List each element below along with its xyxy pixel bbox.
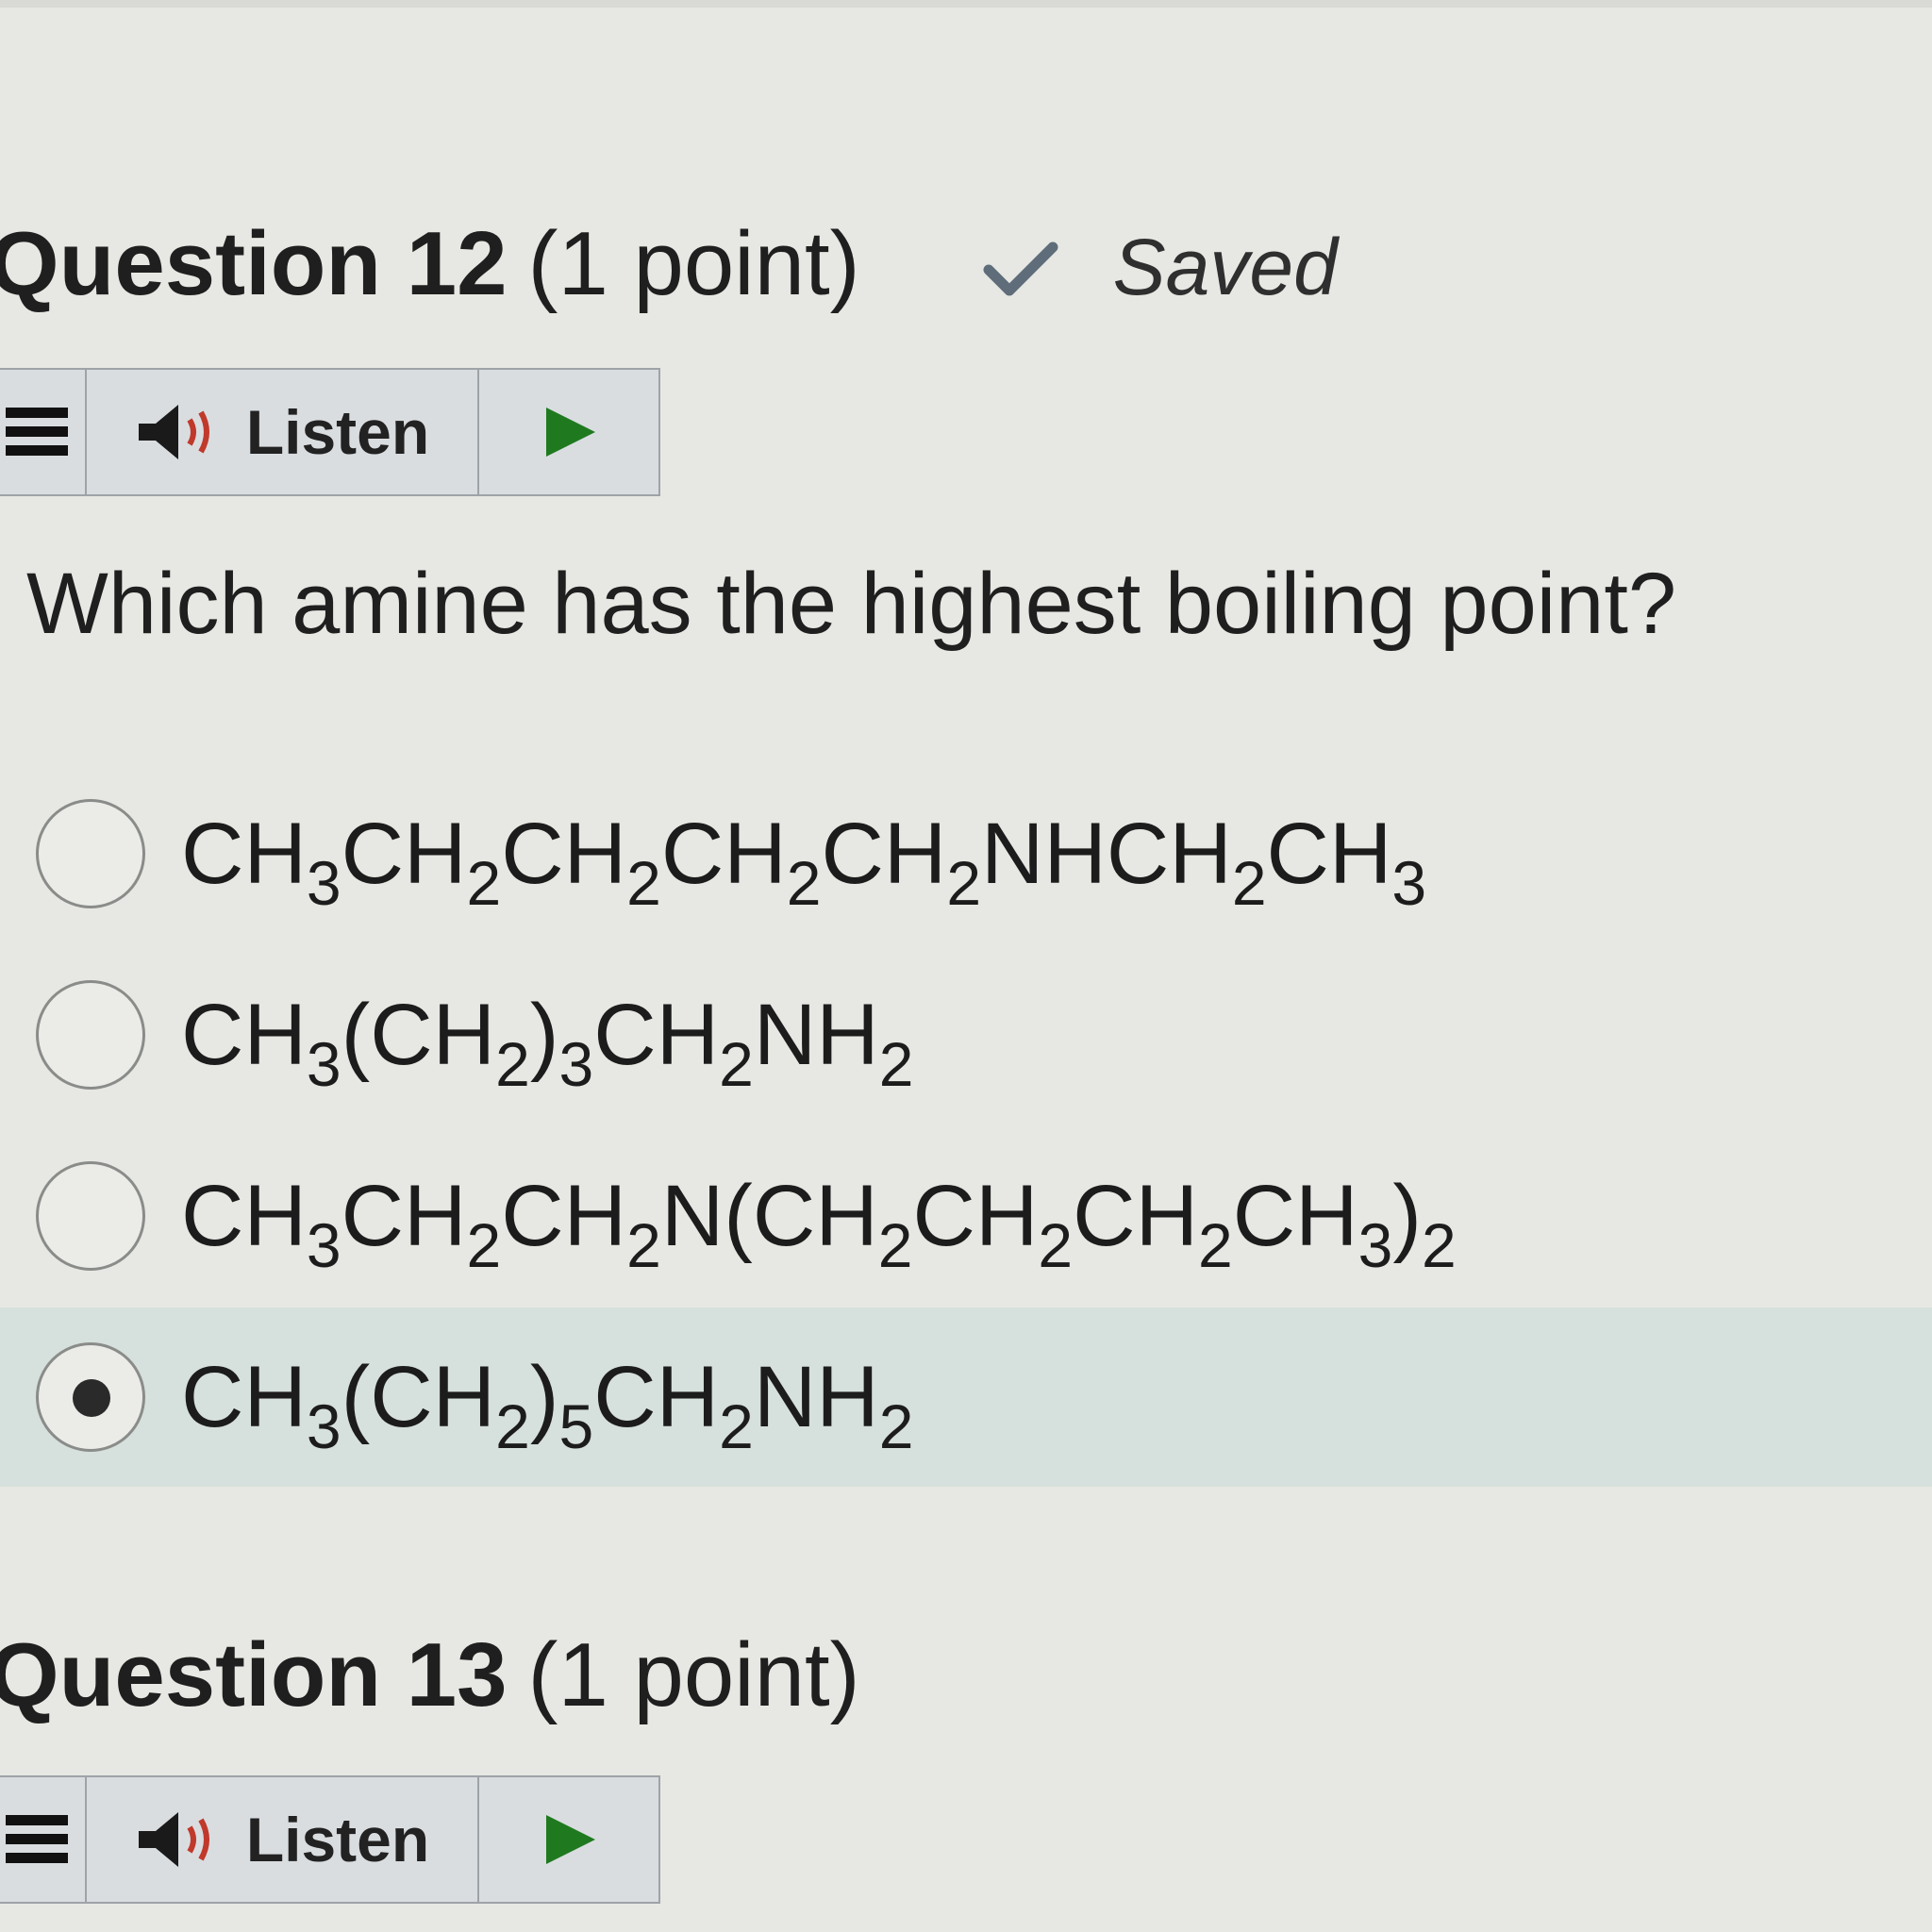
formula-subscript: 2 [626, 1209, 661, 1280]
formula-subscript: 2 [719, 1391, 754, 1461]
saved-status-label: Saved [1112, 223, 1338, 311]
formula-subscript: 2 [946, 847, 982, 918]
question-13-title: Question 13 [0, 1624, 508, 1725]
question-prompt: Which amine has the highest boiling poin… [26, 556, 1677, 652]
formula-subscript: 2 [626, 847, 661, 918]
listen-button-q13[interactable]: Listen [87, 1777, 479, 1902]
formula-group: CH [593, 1348, 720, 1445]
listen-label: Listen [245, 397, 430, 467]
formula-subscript: 2 [878, 1028, 914, 1099]
formula-group: CH [501, 805, 627, 902]
radio-button-2[interactable] [36, 980, 145, 1090]
answer-formula-1: CH3CH2CH2CH2CH2NHCH2CH3 [181, 805, 1426, 914]
formula-group: CH [181, 805, 307, 902]
listen-button[interactable]: Listen [87, 370, 479, 494]
formula-subscript: 2 [877, 1209, 913, 1280]
question-12-points: (1 point) [527, 213, 860, 314]
question-12-readspeaker-toolbar: Listen [0, 368, 660, 496]
answer-formula-2: CH3(CH2)3CH2NH2 [181, 986, 913, 1095]
question-12-header: Question 12 (1 point) Saved [0, 219, 1338, 309]
formula-subscript: 2 [1198, 1209, 1233, 1280]
toolbar-menu-button-q13[interactable] [0, 1777, 87, 1902]
formula-group: (CH [341, 1348, 496, 1445]
speaker-icon [138, 405, 209, 459]
formula-group: CH [1232, 1167, 1358, 1264]
formula-subscript: 2 [495, 1028, 530, 1099]
formula-subscript: 2 [1231, 847, 1267, 918]
formula-group: NHCH [981, 805, 1232, 902]
saved-status: Saved [983, 227, 1338, 307]
play-icon [546, 408, 595, 457]
hamburger-menu-icon [6, 1815, 68, 1863]
formula-subscript: 2 [878, 1391, 914, 1461]
answer-formula-4: CH3(CH2)5CH2NH2 [181, 1348, 913, 1457]
answer-option-3[interactable]: CH3CH2CH2N(CH2CH2CH2CH3)2 [0, 1126, 1932, 1306]
radio-button-4[interactable] [36, 1342, 145, 1452]
play-button[interactable] [479, 370, 658, 494]
formula-subscript: 5 [558, 1391, 594, 1461]
formula-group: ) [529, 986, 559, 1083]
formula-subscript: 3 [306, 847, 341, 918]
formula-group: CH [821, 805, 947, 902]
formula-group: CH [1266, 805, 1392, 902]
formula-subscript: 3 [306, 1391, 341, 1461]
formula-group: NH [753, 1348, 879, 1445]
formula-subscript: 3 [1357, 1209, 1393, 1280]
formula-group: ) [529, 1348, 559, 1445]
formula-group: CH [341, 805, 467, 902]
formula-subscript: 3 [558, 1028, 594, 1099]
formula-subscript: 2 [719, 1028, 754, 1099]
answer-option-1[interactable]: CH3CH2CH2CH2CH2NHCH2CH3 [0, 764, 1932, 943]
formula-subscript: 2 [466, 847, 502, 918]
question-13-readspeaker-toolbar: Listen [0, 1775, 660, 1904]
formula-subscript: 3 [1391, 847, 1427, 918]
toolbar-menu-button[interactable] [0, 370, 87, 494]
question-13-points: (1 point) [527, 1624, 860, 1725]
formula-subscript: 2 [1038, 1209, 1074, 1280]
hamburger-menu-icon [6, 408, 68, 456]
formula-group: CH [341, 1167, 467, 1264]
formula-subscript: 3 [306, 1209, 341, 1280]
formula-subscript: 2 [786, 847, 822, 918]
play-icon [546, 1815, 595, 1864]
answer-option-2[interactable]: CH3(CH2)3CH2NH2 [0, 945, 1932, 1124]
formula-subscript: 3 [306, 1028, 341, 1099]
formula-group: N(CH [660, 1167, 878, 1264]
answer-option-4[interactable]: CH3(CH2)5CH2NH2 [0, 1307, 1932, 1487]
play-button-q13[interactable] [479, 1777, 658, 1902]
radio-button-1[interactable] [36, 799, 145, 908]
formula-subscript: 2 [466, 1209, 502, 1280]
answer-formula-3: CH3CH2CH2N(CH2CH2CH2CH3)2 [181, 1167, 1457, 1276]
checkmark-icon [983, 242, 1058, 296]
top-divider [0, 0, 1932, 8]
speaker-icon [138, 1812, 209, 1867]
formula-group: ) [1392, 1167, 1422, 1264]
formula-group: CH [912, 1167, 1039, 1264]
question-13-header: Question 13 (1 point) [0, 1630, 860, 1721]
formula-group: CH [1073, 1167, 1199, 1264]
formula-subscript: 2 [495, 1391, 530, 1461]
formula-group: CH [501, 1167, 627, 1264]
radio-button-3[interactable] [36, 1161, 145, 1271]
question-12-title: Question 12 [0, 213, 508, 314]
formula-group: CH [660, 805, 787, 902]
listen-label-q13: Listen [245, 1805, 430, 1874]
formula-group: CH [593, 986, 720, 1083]
formula-group: CH [181, 1348, 307, 1445]
formula-group: CH [181, 1167, 307, 1264]
formula-group: NH [753, 986, 879, 1083]
formula-group: (CH [341, 986, 496, 1083]
formula-subscript: 2 [1421, 1209, 1457, 1280]
formula-group: CH [181, 986, 307, 1083]
